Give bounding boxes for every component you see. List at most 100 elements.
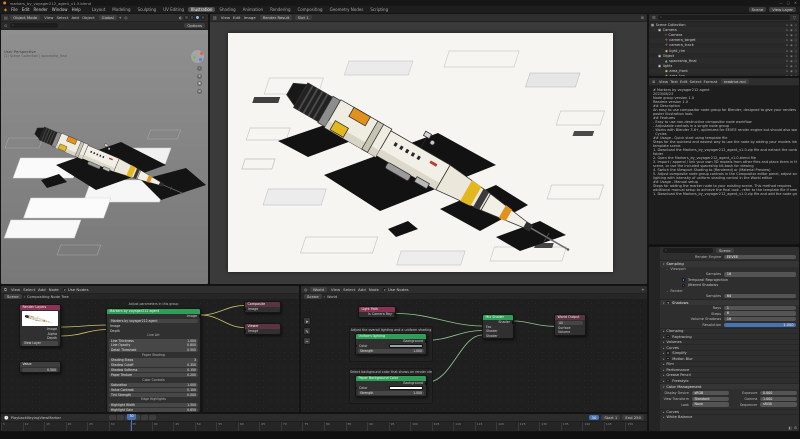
workspace-tab[interactable]: Sculpting [135,7,160,12]
compositor-canvas[interactable]: Render Layers Image Alpha Depth View Layer… [1,300,299,412]
group-parameter[interactable]: Edge Highlights [107,397,200,402]
group-parameter[interactable]: Line Thickness 1.000 [107,338,200,343]
color-swatch[interactable] [389,386,423,390]
render-visibility-icon[interactable]: ⎙ [795,38,797,42]
workspace-tab[interactable]: Shading [216,7,238,12]
filter-icon[interactable]: ▽ [793,15,796,20]
timeline-menu-item[interactable]: Marker [48,416,61,420]
overlays-icon[interactable]: ◐ [179,15,183,20]
use-nodes-toggle[interactable]: ✓ Use Nodes [382,287,409,292]
menu-item[interactable]: Help [70,7,83,12]
hide-icon[interactable]: ◉ [790,23,793,27]
group-parameter[interactable]: Shading Steps 3 [107,358,200,363]
group-parameter[interactable]: Line Opacity 0.800 [107,343,200,348]
mode-dropdown[interactable]: Object Mode [10,15,41,20]
editor-type-icon[interactable]: ◍ [304,287,308,292]
socket-icon[interactable] [243,308,247,311]
render-visibility-icon[interactable]: ⎙ [795,49,797,53]
group-parameter[interactable]: Shadow Cutoff 0.350 [107,363,200,368]
wireframe-shading-button[interactable] [184,15,189,20]
group-parameter[interactable]: Shadow Softness 0.150 [107,368,200,373]
editor-type-icon[interactable]: ▤ [4,15,8,20]
selectable-icon[interactable]: ➤ [786,64,789,68]
image-menu-item[interactable]: Edit [232,15,243,20]
hide-icon[interactable]: ◉ [790,38,793,42]
workspace-tab[interactable]: UV Editing [160,7,187,12]
strength-slider[interactable]: Strength 1.000 [358,348,424,353]
viewport-menu-item[interactable]: View [43,15,55,20]
light-path-node[interactable]: Light Path Is Camera Ray [358,306,397,318]
pin-icon[interactable]: ⊞ [641,15,644,20]
hide-icon[interactable]: ◉ [790,54,793,58]
group-parameter[interactable]: Tint Strength 0.000 [107,392,200,397]
selectable-icon[interactable]: ➤ [786,43,789,47]
shadows-property-row[interactable]: Steps 6 [660,311,799,317]
paper-background-node[interactable]: Paper Background Color Background Color … [354,375,428,397]
links-cut-tool-icon[interactable]: ✂ [303,337,311,345]
window-control-button[interactable]: ▢ [787,1,790,5]
viewport-menu-item[interactable]: Object [81,15,97,20]
transform-orientation-dropdown[interactable]: Global [98,15,117,20]
uniform-lighting-node[interactable]: Uniform lighting Background Color Streng… [354,333,428,355]
group-parameter[interactable]: Highlight Width 1.500 [107,402,200,407]
menu-item[interactable]: Window [50,7,70,12]
timeline-ruler[interactable]: 5 10 15 20 25 30 35 40 45 50 55 60 65 70 75 80 85 90 95 100… [1,422,647,431]
active-tool-icon[interactable]: ⊙ [4,23,7,28]
snap-magnet-icon[interactable]: ⌖ [642,287,644,292]
workspace-tab[interactable]: Scripting [367,7,391,12]
workspace-tab[interactable]: Compositing [295,7,326,12]
snap-magnet-icon[interactable]: ⌖ [119,15,121,20]
view-layer-selector[interactable]: View Layer [769,7,796,12]
resolution-slider[interactable]: 1.000 [724,322,796,328]
text-menu-item[interactable]: Format [703,79,719,84]
workspace-tab[interactable]: Modeling [109,7,133,12]
panel-checkbox-icon[interactable] [666,334,670,339]
hide-icon[interactable]: ◉ [790,33,793,37]
selectable-icon[interactable]: ➤ [786,74,789,76]
editor-type-icon[interactable]: ≣ [652,79,655,84]
hide-icon[interactable]: ◉ [790,43,793,47]
window-control-button[interactable]: ✕ [794,1,797,5]
markers-group-node[interactable]: Markers by voyager212 agent Image Marker… [106,308,202,412]
annotate-tool-icon[interactable]: ✎ [303,327,311,335]
world-menu-item[interactable]: Add [357,287,368,292]
hide-icon[interactable]: ◉ [790,69,793,73]
hide-icon[interactable]: ◉ [790,49,793,53]
strength-slider[interactable]: Strength 1.000 [358,390,424,395]
world-menu-item[interactable]: View [329,287,341,292]
use-nodes-toggle[interactable]: ✓ Use Nodes [62,287,89,292]
shader-type-dropdown[interactable]: World [310,287,327,292]
editor-type-icon[interactable]: ⧉ [4,287,7,292]
proportional-edit-icon[interactable]: ◎ [124,15,128,20]
render-visibility-icon[interactable]: ⎙ [795,59,797,63]
viewer-node[interactable]: Viewer Image [243,323,281,335]
cm-property-row[interactable]: Look None [662,402,729,408]
playhead[interactable]: 30 [127,414,136,420]
node-group-selector[interactable]: Markers by voyager212 agent [109,319,198,324]
shadows-checkbox[interactable]: ✓ [666,300,670,305]
render-visibility-icon[interactable]: ⎙ [795,64,797,68]
tools-icon[interactable]: ⚙ [794,426,797,430]
window-control-button[interactable]: — [779,1,783,5]
select-tool-icon[interactable]: ➤ [303,317,311,325]
hide-icon[interactable]: ◉ [790,28,793,32]
selectable-icon[interactable]: ➤ [786,69,789,73]
socket-icon[interactable] [393,313,397,316]
render-visibility-icon[interactable]: ⎙ [795,74,797,76]
image-datablock-selector[interactable]: Render Result [259,15,293,20]
render-slot-selector[interactable]: Slot 1 [294,15,312,20]
render-visibility-icon[interactable]: ⎙ [795,43,797,47]
text-menu-item[interactable]: View [658,79,669,84]
breadcrumb-scene[interactable]: Scene [304,294,322,299]
render-layers-node[interactable]: Render Layers Image Alpha Depth View Layer [19,304,61,348]
timeline-menu-item[interactable]: View [39,416,48,420]
render-engine-dropdown[interactable]: EEVEE [724,254,796,260]
workspace-tab[interactable]: Geometry Nodes [327,7,367,12]
viewport-canvas[interactable]: User Perspective (1) Scene Collection | … [1,30,208,284]
compositor-menu-item[interactable]: Select [22,287,37,292]
world-output-node[interactable]: World Output All Surface Volume [554,314,586,336]
zoom-icon[interactable]: ⌕ [197,66,202,71]
ortho-toggle-icon[interactable]: ⊞ [197,88,202,94]
workspace-tab[interactable]: Animation [240,7,266,12]
world-menu-item[interactable]: Select [342,287,357,292]
